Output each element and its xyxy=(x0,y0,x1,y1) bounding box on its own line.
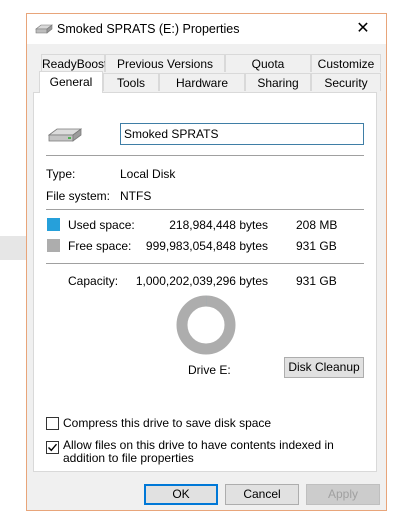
tab-general[interactable]: General xyxy=(39,71,103,93)
free-space-size: 931 GB xyxy=(296,239,337,253)
file-system-value: NTFS xyxy=(120,189,152,203)
tab-sharing[interactable]: Sharing xyxy=(245,73,311,91)
disk-cleanup-button[interactable]: Disk Cleanup xyxy=(284,357,364,378)
index-label: Allow files on this drive to have conten… xyxy=(63,438,334,465)
properties-dialog: Smoked SPRATS (E:) Properties ✕ ReadyBoo… xyxy=(26,13,387,511)
capacity-size: 931 GB xyxy=(296,274,337,288)
background-window-edge xyxy=(0,236,26,260)
compress-label: Compress this drive to save disk space xyxy=(63,416,272,430)
separator xyxy=(46,155,364,156)
free-space-label: Free space: xyxy=(68,239,132,253)
free-space-bytes: 999,983,054,848 bytes xyxy=(145,239,268,253)
tab-previous-versions[interactable]: Previous Versions xyxy=(105,54,225,72)
used-space-bytes: 218,984,448 bytes xyxy=(169,218,268,232)
cancel-button[interactable]: Cancel xyxy=(225,484,299,505)
used-space-swatch xyxy=(47,218,60,231)
window-title: Smoked SPRATS (E:) Properties xyxy=(57,22,240,36)
drive-letter-label: Drive E: xyxy=(188,363,231,377)
compress-checkbox[interactable] xyxy=(46,417,59,430)
drive-icon xyxy=(35,24,53,34)
used-space-label: Used space: xyxy=(68,218,135,232)
apply-button[interactable]: Apply xyxy=(306,484,380,505)
tab-quota[interactable]: Quota xyxy=(225,54,311,72)
capacity-label: Capacity: xyxy=(68,274,119,288)
separator xyxy=(46,209,364,210)
tab-hardware[interactable]: Hardware xyxy=(159,73,245,91)
capacity-bytes: 1,000,202,039,296 bytes xyxy=(135,274,268,288)
free-space-swatch xyxy=(47,239,60,252)
type-label: Type: xyxy=(46,167,76,181)
used-space-size: 208 MB xyxy=(296,218,338,232)
tab-customize[interactable]: Customize xyxy=(311,54,381,72)
donut-free-segment xyxy=(176,295,236,355)
tab-readyboost[interactable]: ReadyBoost xyxy=(41,54,107,72)
drive-name-input[interactable] xyxy=(120,123,364,145)
separator xyxy=(46,263,364,264)
index-checkbox[interactable] xyxy=(46,441,59,454)
drive-large-icon xyxy=(48,128,82,142)
file-system-label: File system: xyxy=(46,189,111,203)
general-tab-panel: Type: Local Disk File system: NTFS Used … xyxy=(33,92,377,472)
close-icon: ✕ xyxy=(356,20,370,37)
tab-tools[interactable]: Tools xyxy=(103,73,159,91)
checkmark-icon xyxy=(48,443,58,452)
close-button[interactable]: ✕ xyxy=(340,14,386,44)
tab-security[interactable]: Security xyxy=(311,73,381,91)
disk-usage-donut xyxy=(176,295,236,355)
title-bar: Smoked SPRATS (E:) Properties ✕ xyxy=(27,14,386,44)
ok-button[interactable]: OK xyxy=(144,484,218,505)
type-value: Local Disk xyxy=(120,167,176,181)
